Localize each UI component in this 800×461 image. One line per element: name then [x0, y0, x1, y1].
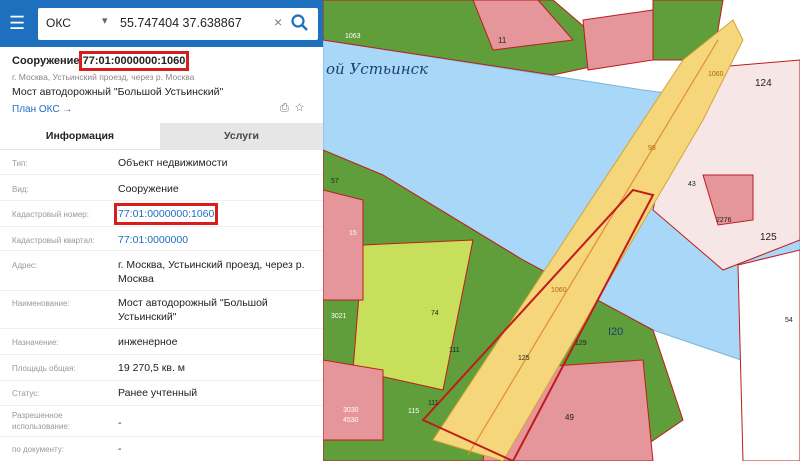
row-value: г. Москва, Устьинский проезд, через р. М…: [118, 259, 305, 285]
row-label: Наименование:: [12, 299, 70, 308]
parcel-label: 4530: [343, 417, 359, 424]
object-header: Сооружение 77:01:0000000:1060: [12, 51, 190, 71]
parcel-label: 74: [431, 310, 439, 317]
parcel-label: 1013: [601, 73, 617, 80]
divider: [0, 226, 323, 227]
divider: [0, 290, 323, 291]
parcel-label: 1060: [708, 71, 724, 78]
parcel-label: 15: [349, 230, 357, 237]
divider: [0, 354, 323, 355]
urban-parcel: [737, 249, 800, 461]
divider: [0, 200, 323, 201]
row-label: Статус:: [12, 389, 40, 398]
parcel-label: 1063: [345, 33, 361, 40]
row-value: -: [118, 417, 122, 429]
cadastral-map[interactable]: ой Устьинск 1063 11 1013 124 43 2276 125…: [323, 0, 800, 461]
row-label: Площадь общая:: [12, 364, 76, 373]
row-label: Разрешенное использование:: [12, 411, 71, 431]
object-type-select[interactable]: ОКС: [46, 16, 71, 30]
parcel-label: 115: [408, 408, 419, 415]
row-label: Назначение:: [12, 338, 59, 347]
parcel-label: 3030: [343, 407, 359, 414]
parcel-label: 111: [428, 400, 439, 407]
cadastral-quarter-link[interactable]: 77:01:0000000: [118, 233, 318, 247]
menu-icon[interactable]: ☰: [9, 14, 31, 32]
row-label: Тип:: [12, 159, 28, 168]
parcel-label: 49: [565, 413, 574, 422]
row-value: 19 270,5 кв. м: [118, 362, 186, 374]
parcel-label: 43: [688, 181, 696, 188]
row-label: по документу:: [12, 445, 64, 454]
chevron-down-icon[interactable]: ▾: [102, 14, 108, 27]
row-label: Адрес:: [12, 261, 38, 270]
parcel-label: 124: [755, 78, 772, 89]
search-input[interactable]: 55.747404 37.638867: [120, 16, 242, 30]
parcel-label: 129: [575, 340, 587, 347]
divider: [0, 436, 323, 437]
parcel-label: 3021: [331, 313, 347, 320]
building-parcel: [582, 9, 654, 71]
divider: [0, 174, 323, 175]
building-parcel: [323, 189, 364, 301]
row-value: Ранее учтенный: [118, 387, 198, 399]
info-panel: ☰ ОКС ▾ 55.747404 37.638867 × Сооружение…: [0, 0, 323, 461]
divider: [0, 250, 323, 251]
row-label: Вид:: [12, 185, 29, 194]
row-value: -: [118, 443, 122, 455]
cadastral-number-header: 77:01:0000000:1060: [78, 51, 190, 71]
parcel-label: 1060: [551, 287, 567, 294]
parcel-label: 54: [785, 317, 793, 324]
search-box[interactable]: ОКС ▾ 55.747404 37.638867 ×: [38, 8, 318, 40]
row-label: Кадастровый квартал:: [12, 236, 95, 245]
object-address-short: г. Москва, Устьинский проезд, через р. М…: [12, 72, 195, 82]
star-icon[interactable]: ☆: [295, 102, 304, 114]
object-name: Мост автодорожный "Большой Устьинский": [12, 86, 224, 98]
tab-information[interactable]: Информация: [0, 123, 160, 149]
row-value: инженерное: [118, 336, 178, 348]
object-kind: Сооружение: [12, 55, 80, 67]
plan-oks-link[interactable]: План ОКС →: [12, 104, 72, 115]
parcel-label: 11: [498, 36, 507, 45]
parcel-label: 125: [760, 232, 777, 243]
divider: [0, 380, 323, 381]
parcel-label: 111: [449, 347, 460, 354]
tab-bar: Информация Услуги: [0, 123, 323, 150]
row-value: Мост автодорожный "Большой Устьинский": [118, 297, 268, 323]
building-parcel: [323, 359, 384, 441]
divider: [0, 328, 323, 329]
tab-services[interactable]: Услуги: [160, 123, 323, 149]
clear-icon[interactable]: ×: [274, 14, 282, 30]
parcel-label: 57: [331, 178, 339, 185]
row-value: Сооружение: [118, 183, 179, 195]
document-icon[interactable]: ⎙: [280, 102, 289, 114]
row-value: Объект недвижимости: [118, 157, 228, 169]
parcel-label: 98: [648, 145, 656, 152]
parcel-label: 2276: [716, 217, 732, 224]
action-icons: ⎙ ☆: [280, 102, 304, 115]
cadastral-number-link[interactable]: 77:01:0000000:1060: [113, 203, 219, 225]
divider: [0, 405, 323, 406]
search-bar: ☰ ОКС ▾ 55.747404 37.638867 ×: [0, 0, 323, 47]
search-icon[interactable]: [290, 13, 310, 33]
river-label: ой Устьинск: [326, 60, 428, 78]
parcel-label: 125: [518, 355, 530, 362]
row-label: Кадастровый номер:: [12, 210, 89, 219]
parcel-label: I20: [608, 326, 623, 338]
